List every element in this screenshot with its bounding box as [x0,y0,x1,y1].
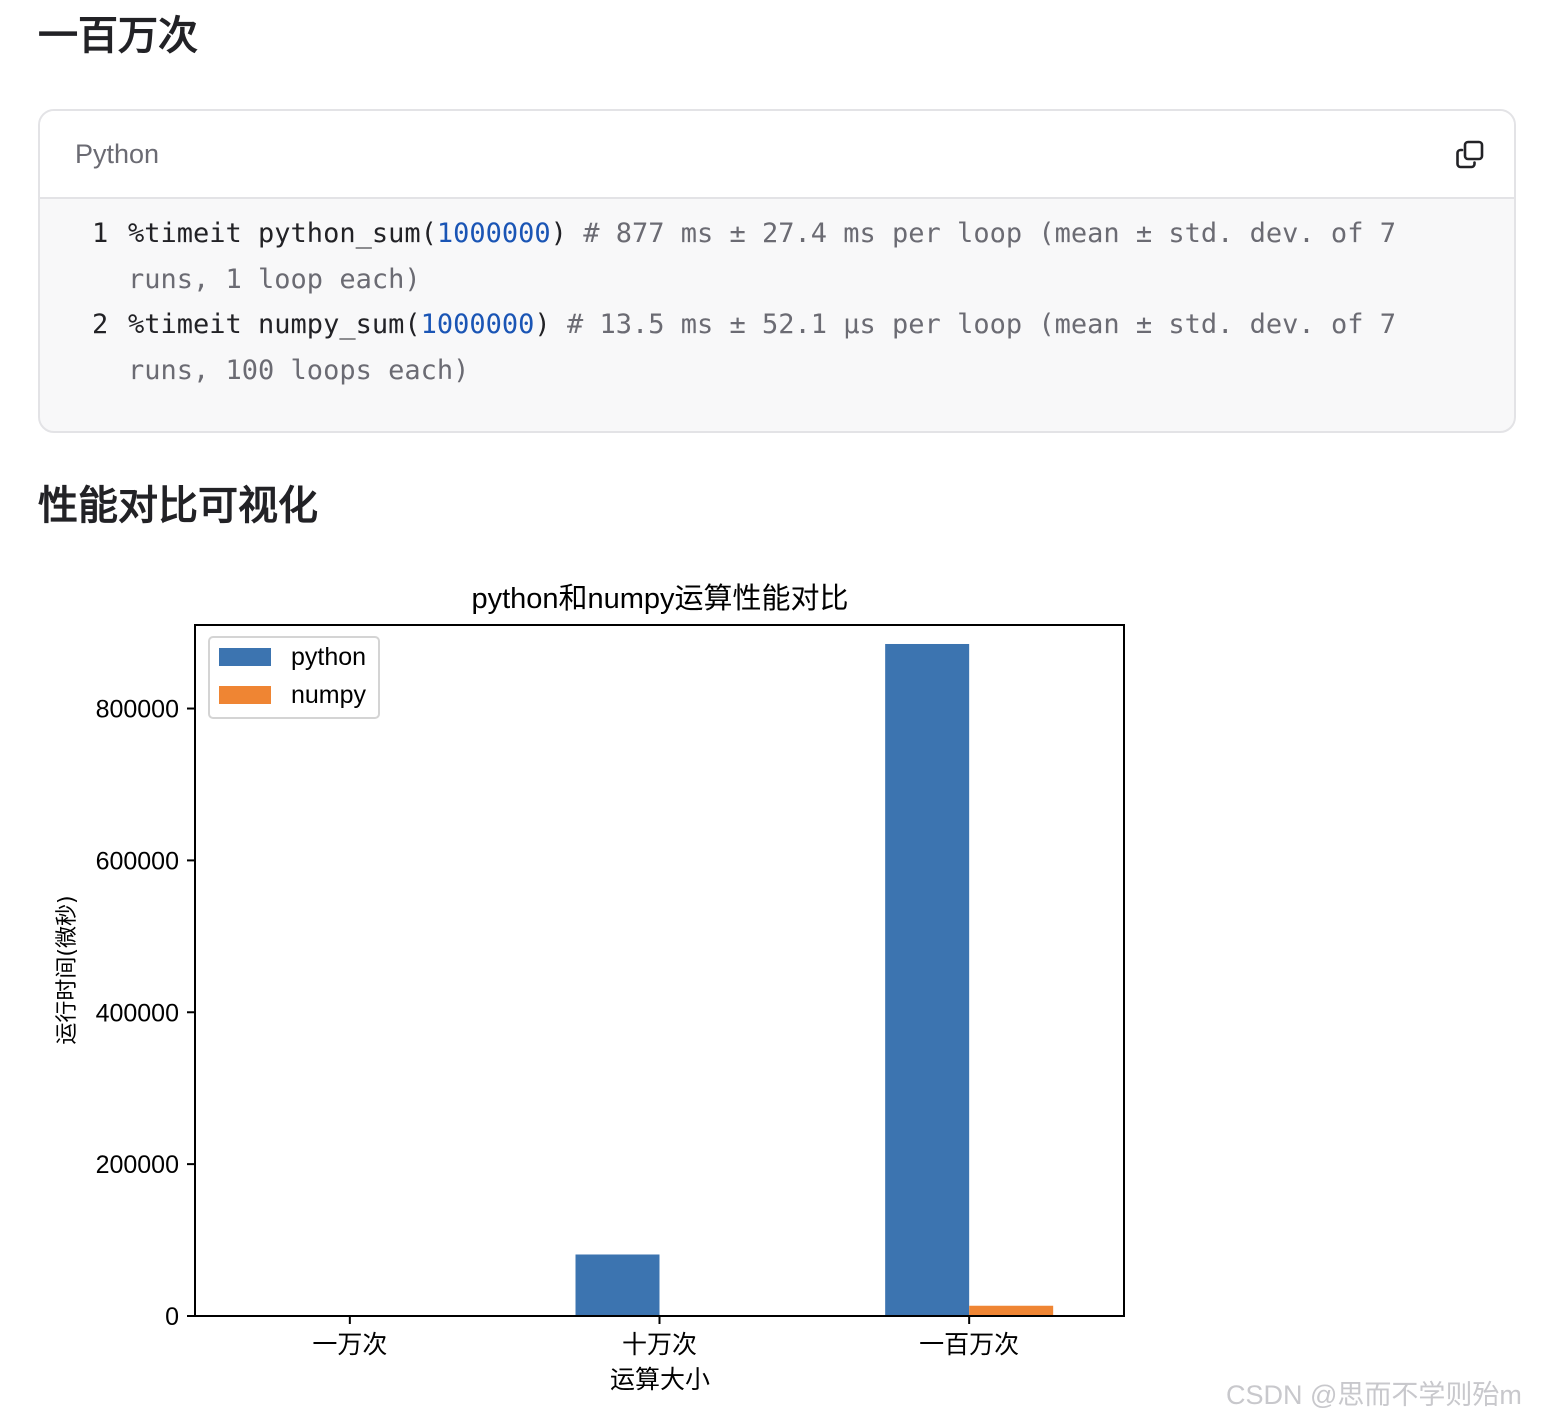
legend-swatch-python [219,648,271,666]
bar-python-1 [575,1254,660,1316]
section-heading-visualization: 性能对比可视化 [38,483,318,529]
line-number: 2 [92,309,109,340]
code-number-literal: 1000000 [436,218,551,249]
legend: python numpy [208,636,380,719]
chart-title: python和numpy运算性能对比 [471,582,848,615]
y-axis-label: 运行时间(微秒) [55,895,80,1044]
plot-area [194,624,1125,1317]
line-number: 1 [92,218,109,249]
watermark: CSDN @思而不学则殆m [1226,1380,1522,1410]
y-tick-label: 600000 [96,847,179,875]
code-paren: ) [550,218,567,249]
copy-icon-graphic [1456,140,1484,169]
code-call: %timeit numpy_sum( [128,309,421,340]
y-axis: 0 200000 400000 600000 800000 [96,696,195,1331]
y-tick-label: 400000 [96,999,179,1027]
x-tick-label: 一百万次 [919,1330,1019,1359]
x-axis-label: 运算大小 [610,1365,710,1394]
legend-label: numpy [291,681,367,709]
copy-icon[interactable] [1454,139,1486,171]
code-block-header: Python [40,111,1514,199]
code-line-text: %timeit numpy_sum(1000000) # 13.5 ms ± 5… [128,302,1468,394]
code-paren: ) [534,309,551,340]
y-tick-label: 200000 [96,1151,179,1179]
x-tick-label: 十万次 [622,1330,697,1359]
code-line-text: %timeit python_sum(1000000) # 877 ms ± 2… [128,211,1468,303]
x-axis: 一万次 十万次 一百万次 [312,1316,1019,1359]
code-call: %timeit python_sum( [128,218,437,249]
y-tick-label: 0 [165,1303,179,1331]
section-heading-million: 一百万次 [38,13,198,59]
x-tick-label: 一万次 [312,1330,387,1359]
bar-numpy-2 [969,1305,1054,1316]
legend-label: python [291,643,366,671]
code-language-label: Python [75,139,160,169]
bar-python-2 [885,643,970,1316]
legend-swatch-numpy [219,686,271,704]
bar-chart: python和numpy运算性能对比 0 200000 400000 600000 80… [55,582,1125,1394]
code-block: Python 1 %timeit python_sum(1000000) # 8… [38,109,1516,433]
code-number-literal: 1000000 [420,309,535,340]
y-tick-label: 800000 [96,696,179,724]
bars-group [265,643,1054,1316]
code-body: 1 %timeit python_sum(1000000) # 877 ms ±… [40,199,1514,431]
